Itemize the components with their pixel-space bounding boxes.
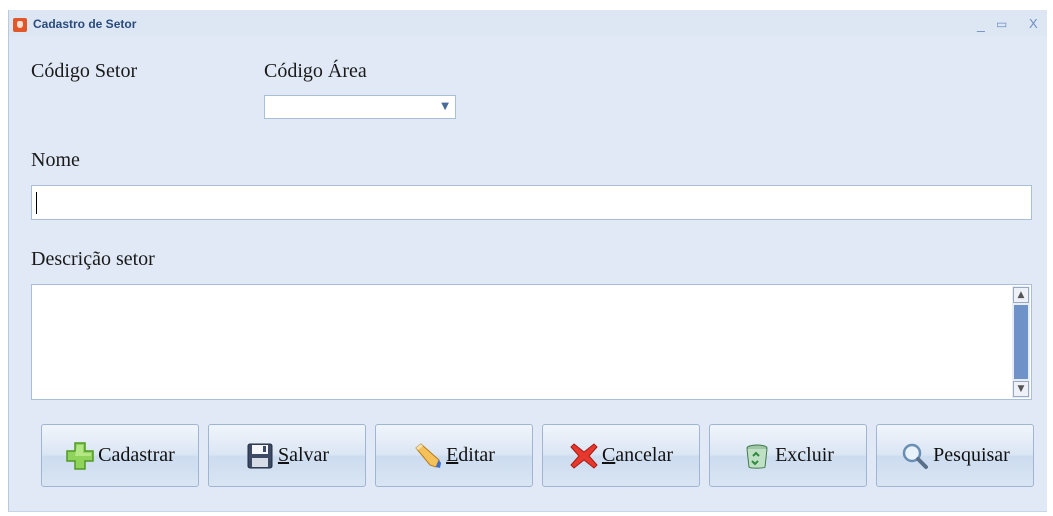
close-button[interactable]: X <box>1029 16 1038 31</box>
pesquisar-button[interactable]: Pesquisar <box>876 424 1034 487</box>
excluir-label: Excluir <box>775 444 834 466</box>
cancelar-accel: C <box>601 444 616 466</box>
pesquisar-label: Pesquisar <box>933 444 1010 466</box>
cancelar-button[interactable]: Cancelar <box>542 424 700 487</box>
editar-button[interactable]: Editar <box>375 424 533 487</box>
pencil-icon <box>413 441 443 471</box>
window-title: Cadastro de Setor <box>33 17 137 31</box>
text-caret <box>36 192 37 214</box>
descricao-setor-label: Descrição setor <box>31 248 155 270</box>
app-icon <box>13 18 27 32</box>
codigo-area-combobox[interactable]: ▼ <box>264 95 456 119</box>
scroll-up-icon[interactable]: ▲ <box>1013 287 1029 303</box>
scrollbar-thumb[interactable] <box>1014 305 1028 379</box>
salvar-button[interactable]: Salvar <box>208 424 366 487</box>
cadastro-setor-window: Cadastro de Setor _ ▭ X Código Setor Cód… <box>8 10 1047 512</box>
red-x-icon <box>569 441 599 471</box>
floppy-disk-icon <box>245 441 275 471</box>
cadastrar-button[interactable]: Cadastrar <box>41 424 199 487</box>
magnifier-icon <box>900 441 930 471</box>
codigo-setor-label: Código Setor <box>31 60 138 82</box>
salvar-accel: S <box>277 444 290 466</box>
editar-label: ditar <box>458 444 495 466</box>
cadastrar-label: Cadastrar <box>98 444 175 466</box>
vertical-scrollbar[interactable]: ▲ ▼ <box>1012 286 1030 398</box>
minimize-button[interactable]: _ <box>977 16 985 32</box>
cancelar-label: ancelar <box>615 444 674 466</box>
maximize-button[interactable]: ▭ <box>996 17 1007 31</box>
plus-icon <box>65 441 95 471</box>
chevron-down-icon[interactable]: ▼ <box>441 101 449 112</box>
salvar-label: alvar <box>289 444 330 466</box>
nome-input[interactable] <box>31 185 1032 220</box>
excluir-button[interactable]: Excluir <box>709 424 867 487</box>
editar-accel: E <box>446 444 459 466</box>
nome-label: Nome <box>31 149 80 171</box>
scroll-down-icon[interactable]: ▼ <box>1013 381 1029 397</box>
descricao-setor-textarea[interactable]: ▲ ▼ <box>31 284 1032 400</box>
recycle-bin-icon <box>742 441 772 471</box>
title-bar[interactable]: Cadastro de Setor _ ▭ X <box>9 10 1047 36</box>
codigo-area-label: Código Área <box>264 60 367 82</box>
